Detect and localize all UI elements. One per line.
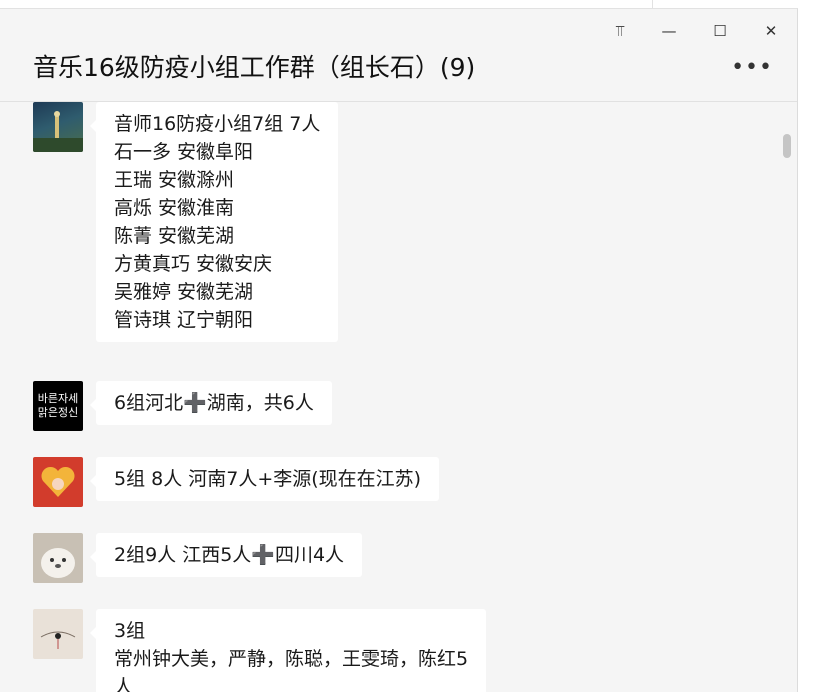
- message-line: 吴雅婷 安徽芜湖: [114, 281, 254, 303]
- heart-icon: [41, 466, 75, 497]
- puppy-icon: [41, 548, 75, 578]
- avatar[interactable]: [33, 609, 83, 659]
- message-line: 王瑞 安徽滁州: [114, 169, 235, 191]
- chat-title: 音乐16级防疫小组工作群（组长石）(9): [33, 53, 476, 82]
- message-line: 2组9人 江西5人➕四川4人: [114, 544, 345, 566]
- message-bubble[interactable]: 2组9人 江西5人➕四川4人: [89, 533, 363, 577]
- message-bubble[interactable]: 5组 8人 河南7人+李源(现在在江苏): [89, 457, 440, 501]
- message-line: 5组 8人 河南7人+李源(现在在江苏): [114, 468, 422, 490]
- message-bubble[interactable]: 6组河北➕湖南，共6人: [90, 381, 332, 425]
- message-line: 方黄真巧 安徽安庆: [114, 253, 273, 275]
- message-line: 6组河北➕湖南，共6人: [114, 392, 314, 414]
- avatar[interactable]: [33, 533, 83, 583]
- message-line: 陈菁 安徽芜湖: [114, 225, 235, 247]
- message-list[interactable]: 音师16防疫小组7组 7人 石一多 安徽阜阳 王瑞 安徽滁州 高烁 安徽淮南 陈…: [0, 102, 797, 692]
- avatar[interactable]: [33, 102, 83, 152]
- avatar-image: [33, 111, 83, 152]
- message-line: 高烁 安徽淮南: [114, 197, 235, 219]
- background-window-edge: [652, 0, 653, 8]
- sketch-icon: [40, 631, 76, 649]
- avatar[interactable]: [33, 457, 83, 507]
- message-bubble[interactable]: 3组 常州钟大美，严静，陈聪，王雯琦，陈红5 人: [89, 609, 487, 692]
- minimize-icon[interactable]: —: [656, 19, 682, 43]
- message-line: 音师16防疫小组7组 7人: [114, 113, 321, 135]
- more-options-icon[interactable]: •••: [731, 55, 773, 80]
- message-line: 常州钟大美，严静，陈聪，王雯琦，陈红5: [114, 648, 469, 670]
- message-line: 石一多 安徽阜阳: [114, 141, 254, 163]
- avatar-text: 바른자세: [37, 392, 79, 405]
- message-line: 3组: [114, 620, 146, 642]
- message-bubble[interactable]: 音师16防疫小组7组 7人 石一多 安徽阜阳 王瑞 安徽滁州 高烁 安徽淮南 陈…: [89, 102, 339, 342]
- scrollbar-thumb[interactable]: [783, 134, 791, 158]
- avatar-text: 맑은정신: [37, 406, 79, 419]
- message-line: 人: [114, 676, 134, 692]
- pin-icon[interactable]: ⫪: [607, 19, 633, 43]
- title-bar: ⫪ — ☐ ✕ 音乐16级防疫小组工作群（组长石）(9) •••: [0, 9, 797, 102]
- maximize-icon[interactable]: ☐: [707, 19, 733, 43]
- message-line: 管诗琪 辽宁朝阳: [114, 309, 254, 331]
- avatar[interactable]: 바른자세 맑은정신: [33, 381, 83, 431]
- close-icon[interactable]: ✕: [758, 19, 784, 43]
- chat-window: ⫪ — ☐ ✕ 音乐16级防疫小组工作群（组长石）(9) ••• 音师16防疫小…: [0, 8, 798, 692]
